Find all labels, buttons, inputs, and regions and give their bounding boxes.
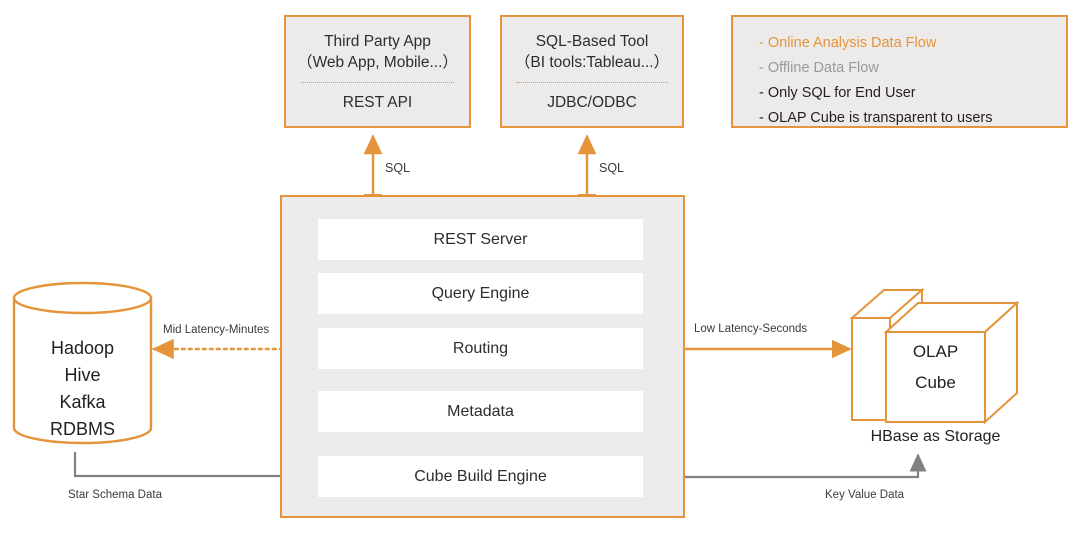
client-box-third-party-app[interactable]: Third Party App （Web App, Mobile...） RES… xyxy=(284,15,471,128)
low-latency-label: Low Latency-Seconds xyxy=(694,323,808,335)
mid-latency-label: Mid Latency-Minutes xyxy=(163,324,270,336)
client-box-sql-based-tool[interactable]: SQL-Based Tool （BI tools:Tableau...） JDB… xyxy=(500,15,684,128)
layer-label: Metadata xyxy=(447,402,514,420)
client-api-label: JDBC/ODBC xyxy=(547,94,637,111)
olap-cube-line1: OLAP xyxy=(912,342,959,361)
client-api-label: REST API xyxy=(342,94,413,111)
layer-label: REST Server xyxy=(433,230,528,248)
legend-label: - OLAP Cube is transparent to users xyxy=(759,109,993,126)
source-store-lines: Hadoop Hive Kafka RDBMS xyxy=(14,335,151,443)
olap-cube-line2: Cube xyxy=(915,373,956,392)
legend-item-offline-data-flow: - Offline Data Flow xyxy=(733,55,1066,80)
source-store-line: Hadoop xyxy=(50,338,115,358)
source-store-line: RDBMS xyxy=(49,419,115,439)
legend-label: - Online Analysis Data Flow xyxy=(759,34,937,51)
sql-label-left: SQL xyxy=(385,161,411,175)
client-title-line2: （Web App, Mobile...） xyxy=(297,54,458,71)
source-data-store[interactable]: Hadoop Hive Kafka RDBMS xyxy=(14,283,151,443)
client-title: SQL-Based Tool （BI tools:Tableau...） xyxy=(502,17,682,73)
layer-label: Query Engine xyxy=(431,284,530,302)
legend-item-only-sql-for-end-user: - Only SQL for End User xyxy=(733,80,1066,105)
layer-query-engine[interactable]: Query Engine xyxy=(318,273,643,314)
key-value-label: Key Value Data xyxy=(825,489,905,501)
legend-item-online-analysis-data-flow: - Online Analysis Data Flow xyxy=(733,30,1066,55)
source-store-line: Hive xyxy=(64,365,101,385)
client-title-line1: Third Party App xyxy=(324,33,431,50)
client-title-line2: （BI tools:Tableau...） xyxy=(514,54,670,71)
layer-cube-build-engine[interactable]: Cube Build Engine xyxy=(318,456,643,497)
source-store-line: Kafka xyxy=(59,392,106,412)
layer-routing[interactable]: Routing xyxy=(318,328,643,369)
layer-rest-server[interactable]: REST Server xyxy=(318,219,643,260)
layer-label: Routing xyxy=(452,339,509,357)
client-title: Third Party App （Web App, Mobile...） xyxy=(286,17,469,73)
legend-box: - Online Analysis Data Flow - Offline Da… xyxy=(731,15,1068,128)
olap-cube-label: OLAP Cube xyxy=(886,336,985,398)
legend-label: - Only SQL for End User xyxy=(759,84,916,101)
layer-label: Cube Build Engine xyxy=(414,467,547,485)
client-title-line1: SQL-Based Tool xyxy=(535,33,649,50)
legend-label: - Offline Data Flow xyxy=(759,59,879,76)
sql-label-right: SQL xyxy=(599,161,625,175)
diagram-canvas: Third Party App （Web App, Mobile...） RES… xyxy=(0,0,1080,533)
hbase-storage-caption: HBase as Storage xyxy=(870,428,1001,445)
layer-metadata[interactable]: Metadata xyxy=(318,391,643,432)
key-value-connector xyxy=(648,453,927,479)
legend-item-olap-cube-transparent: - OLAP Cube is transparent to users xyxy=(733,105,1066,130)
star-schema-label: Star Schema Data xyxy=(68,489,162,501)
star-schema-connector xyxy=(73,452,315,485)
